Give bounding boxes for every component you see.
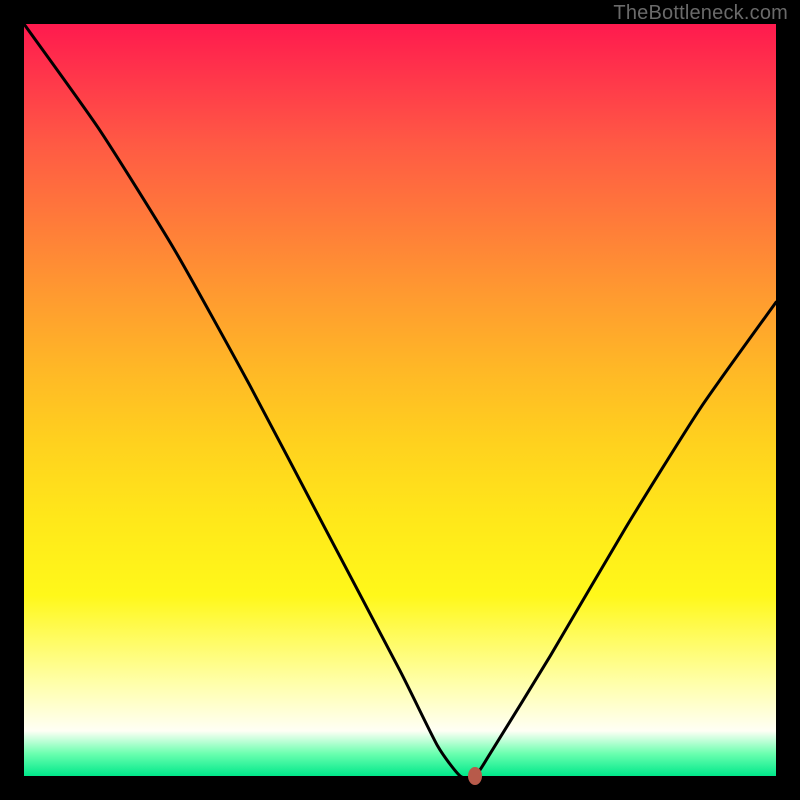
watermark-text: TheBottleneck.com: [613, 2, 788, 25]
optimal-point-marker: [468, 767, 482, 785]
bottleneck-curve: [24, 24, 776, 776]
plot-area: [24, 24, 776, 776]
chart-frame: TheBottleneck.com: [0, 0, 800, 800]
